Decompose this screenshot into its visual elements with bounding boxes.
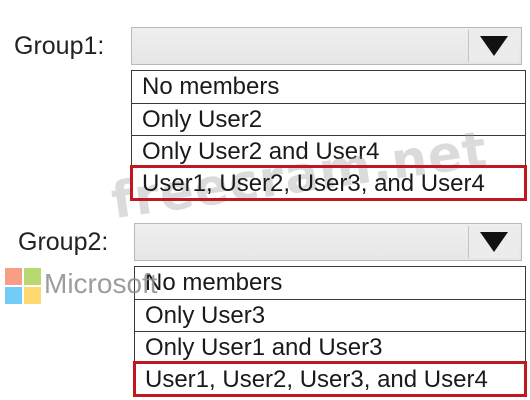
group2-dropdown-button[interactable] [468, 226, 519, 258]
group1-option-only-user2[interactable]: Only User2 [132, 103, 525, 135]
group1-options-list: No members Only User2 Only User2 and Use… [130, 70, 527, 201]
logo-square-yellow [24, 287, 41, 304]
logo-square-blue [5, 287, 22, 304]
chevron-down-icon [480, 36, 508, 56]
group2-label: Group2: [18, 228, 109, 256]
logo-square-green [24, 268, 41, 285]
group2-option-no-members[interactable]: No members [135, 267, 525, 299]
group1-dropdown-button[interactable] [468, 30, 519, 62]
group1-option-no-members[interactable]: No members [132, 71, 525, 103]
group2-options-list: No members Only User3 Only User1 and Use… [133, 266, 527, 397]
group2-option-all-users[interactable]: User1, User2, User3, and User4 [133, 361, 527, 397]
group1-option-only-user2-user4[interactable]: Only User2 and User4 [132, 135, 525, 167]
microsoft-logo-icon [5, 268, 41, 304]
group2-option-only-user1-user3[interactable]: Only User1 and User3 [135, 331, 525, 363]
group1-label: Group1: [14, 32, 105, 60]
group1-dropdown[interactable] [131, 27, 522, 65]
logo-square-red [5, 268, 22, 285]
group2-option-only-user3[interactable]: Only User3 [135, 299, 525, 331]
group2-dropdown[interactable] [134, 223, 522, 261]
chevron-down-icon [480, 232, 508, 252]
group1-option-all-users[interactable]: User1, User2, User3, and User4 [130, 165, 527, 201]
